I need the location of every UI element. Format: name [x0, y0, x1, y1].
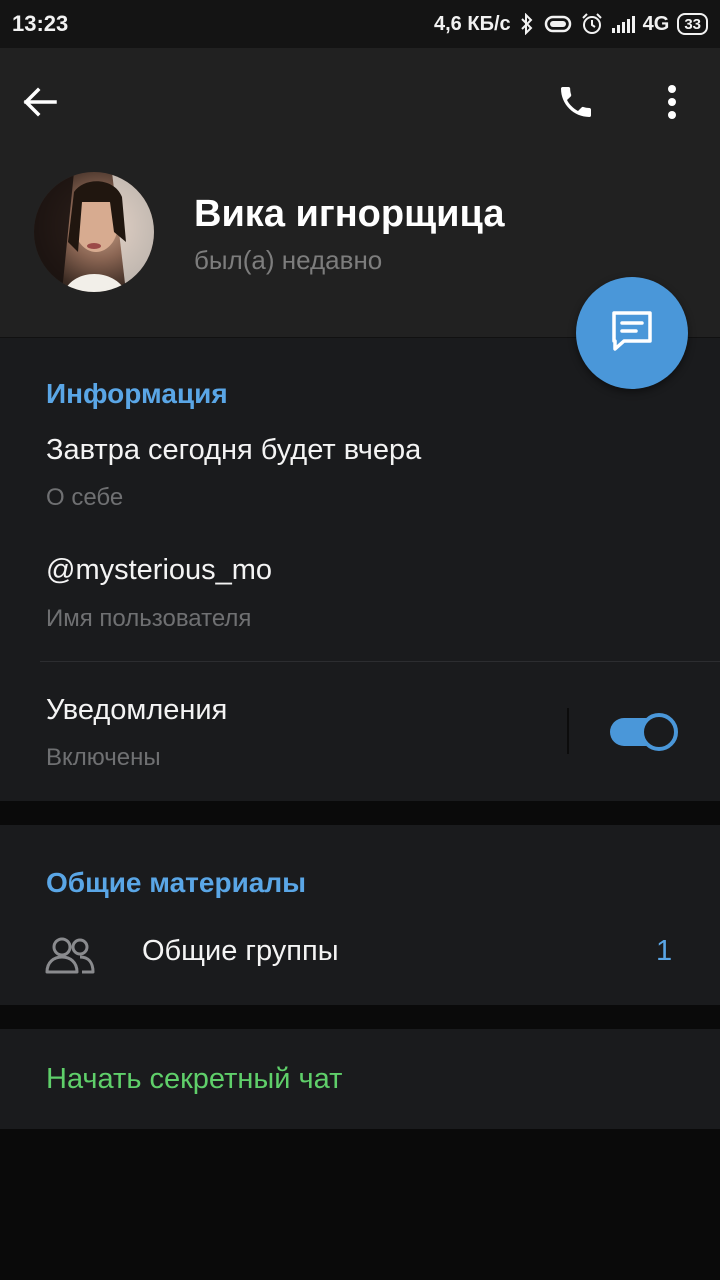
common-groups-count: 1	[656, 935, 673, 967]
status-bar: 13:23 4,6 КБ/с 4G 33	[0, 0, 720, 48]
more-vert-icon	[667, 84, 677, 125]
network-speed: 4,6 КБ/с	[434, 12, 511, 35]
vibrate-icon	[543, 14, 573, 34]
username-label: Имя пользователя	[46, 605, 252, 632]
call-button[interactable]	[548, 78, 604, 130]
notifications-state: Включены	[46, 744, 161, 771]
bio-text: Завтра сегодня будет вчера	[46, 434, 422, 466]
bio-label: О себе	[46, 484, 124, 511]
message-icon	[609, 308, 655, 359]
vertical-separator	[567, 708, 569, 754]
shared-section: Общие материалы Общие группы 1	[0, 825, 720, 1005]
phone-icon	[556, 82, 596, 127]
common-groups-label: Общие группы	[142, 935, 339, 967]
shared-section-title: Общие материалы	[46, 867, 307, 898]
notifications-label: Уведомления	[46, 694, 228, 726]
avatar[interactable]	[34, 172, 154, 292]
arrow-back-icon	[22, 86, 58, 123]
status-icons: 4,6 КБ/с 4G 33	[434, 13, 708, 36]
signal-icon	[611, 15, 635, 33]
username-text: @mysterious_mo	[46, 554, 273, 586]
notifications-toggle[interactable]	[610, 712, 678, 752]
toggle-thumb	[640, 713, 678, 751]
groups-icon	[44, 935, 96, 980]
profile-name: Вика игнорщица	[194, 193, 505, 235]
status-time: 13:23	[12, 11, 69, 36]
back-button[interactable]	[22, 82, 90, 126]
profile-screen: 13:23 4,6 КБ/с 4G 33 Вика игнорщица был(…	[0, 0, 720, 1280]
bluetooth-icon	[519, 13, 535, 35]
network-type: 4G	[642, 12, 670, 35]
battery-indicator: 33	[677, 13, 708, 35]
more-options-button[interactable]	[650, 78, 694, 130]
last-seen-status: был(а) недавно	[194, 245, 383, 275]
info-section-title: Информация	[46, 378, 228, 409]
info-section: Информация Завтра сегодня будет вчера О …	[0, 337, 720, 801]
secret-chat-label: Начать секретный чат	[46, 1063, 343, 1095]
send-message-button[interactable]	[576, 277, 688, 389]
secret-chat-button[interactable]: Начать секретный чат	[0, 1029, 720, 1129]
alarm-icon	[581, 13, 603, 35]
common-groups-row[interactable]: Общие группы 1	[0, 921, 720, 991]
